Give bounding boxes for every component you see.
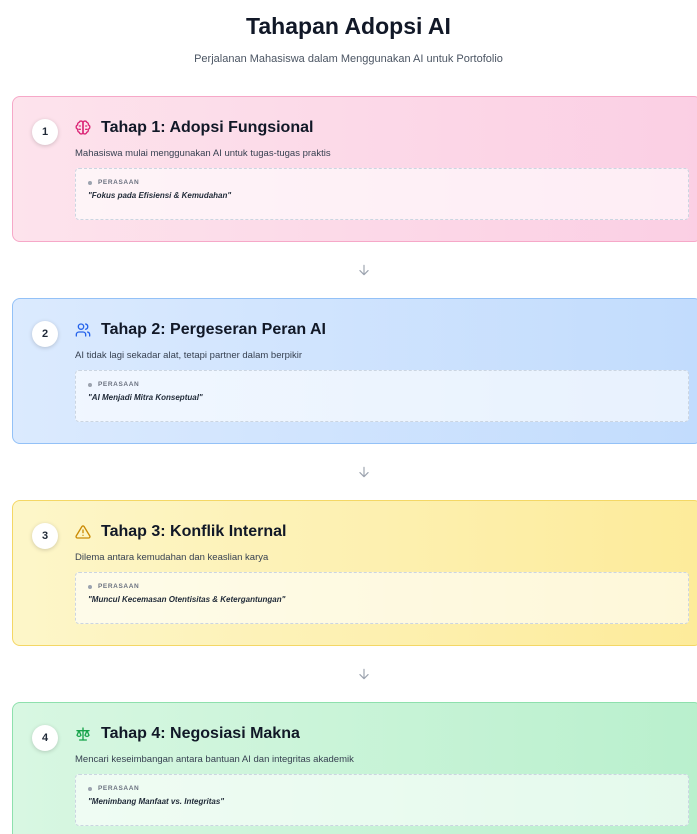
feeling-label: PERASAAN	[88, 179, 688, 187]
stage-title: Tahap 3: Konflik Internal	[101, 523, 287, 540]
stage-header: Tahap 3: Konflik Internal	[75, 521, 697, 543]
connector-1	[12, 242, 697, 298]
connector-2	[12, 444, 697, 500]
feeling-box: PERASAAN "AI Menjadi Mitra Konseptual"	[75, 370, 689, 422]
feeling-label: PERASAAN	[88, 381, 688, 389]
bullet-dot-icon	[88, 787, 92, 791]
stage-number-badge: 3	[32, 523, 58, 549]
stage-card-3: 3 Tahap 3: Konflik Internal Dilema antar…	[12, 500, 697, 646]
feeling-label-text: PERASAAN	[98, 179, 140, 186]
feeling-label: PERASAAN	[88, 583, 688, 591]
feeling-label: PERASAAN	[88, 785, 688, 793]
feeling-label-text: PERASAAN	[98, 785, 140, 792]
feeling-quote: "Fokus pada Efisiensi & Kemudahan"	[88, 191, 232, 200]
feeling-label-text: PERASAAN	[98, 583, 140, 590]
warning-triangle-icon	[75, 524, 91, 540]
stage-header: Tahap 2: Pergeseran Peran AI	[75, 319, 697, 341]
users-icon	[75, 322, 91, 338]
brain-icon	[75, 120, 91, 136]
stage-description: AI tidak lagi sekadar alat, tetapi partn…	[75, 350, 303, 361]
bullet-dot-icon	[88, 181, 92, 185]
page-subtitle: Perjalanan Mahasiswa dalam Menggunakan A…	[194, 53, 503, 65]
stage-card-1: 1 Tahap 1: Adopsi Fungsional Mahasiswa m…	[12, 96, 697, 242]
feeling-quote: "Muncul Kecemasan Otentisitas & Ketergan…	[88, 595, 286, 604]
stage-number-badge: 1	[32, 119, 58, 145]
stage-description: Mahasiswa mulai menggunakan AI untuk tug…	[75, 148, 331, 159]
feeling-box: PERASAAN "Menimbang Manfaat vs. Integrit…	[75, 774, 689, 826]
stage-description: Mencari keseimbangan antara bantuan AI d…	[75, 754, 354, 765]
connector-3	[12, 646, 697, 702]
stage-card-2: 2 Tahap 2: Pergeseran Peran AI AI tidak …	[12, 298, 697, 444]
arrow-down-icon	[359, 264, 369, 276]
feeling-box: PERASAAN "Fokus pada Efisiensi & Kemudah…	[75, 168, 689, 220]
stage-description: Dilema antara kemudahan dan keaslian kar…	[75, 552, 269, 563]
page-title: Tahapan Adopsi AI	[246, 13, 451, 39]
feeling-label-text: PERASAAN	[98, 381, 140, 388]
stage-title: Tahap 2: Pergeseran Peran AI	[101, 321, 326, 338]
stage-title: Tahap 4: Negosiasi Makna	[101, 725, 300, 742]
stage-title: Tahap 1: Adopsi Fungsional	[101, 119, 314, 136]
feeling-quote: "AI Menjadi Mitra Konseptual"	[88, 393, 203, 402]
stage-number-badge: 2	[32, 321, 58, 347]
feeling-box: PERASAAN "Muncul Kecemasan Otentisitas &…	[75, 572, 689, 624]
stage-card-4: 4 Tahap 4: Negosiasi Makna Mencari kesei…	[12, 702, 697, 834]
page: Tahapan Adopsi AI Perjalanan Mahasiswa d…	[0, 0, 697, 834]
stage-number-badge: 4	[32, 725, 58, 751]
stage-header: Tahap 4: Negosiasi Makna	[75, 723, 697, 745]
stage-header: Tahap 1: Adopsi Fungsional	[75, 117, 697, 139]
bullet-dot-icon	[88, 383, 92, 387]
arrow-down-icon	[359, 466, 369, 478]
stage-list: 1 Tahap 1: Adopsi Fungsional Mahasiswa m…	[12, 96, 697, 834]
scale-icon	[75, 726, 91, 742]
arrow-down-icon	[359, 668, 369, 680]
feeling-quote: "Menimbang Manfaat vs. Integritas"	[88, 797, 225, 806]
bullet-dot-icon	[88, 585, 92, 589]
header: Tahapan Adopsi AI Perjalanan Mahasiswa d…	[0, 0, 697, 66]
